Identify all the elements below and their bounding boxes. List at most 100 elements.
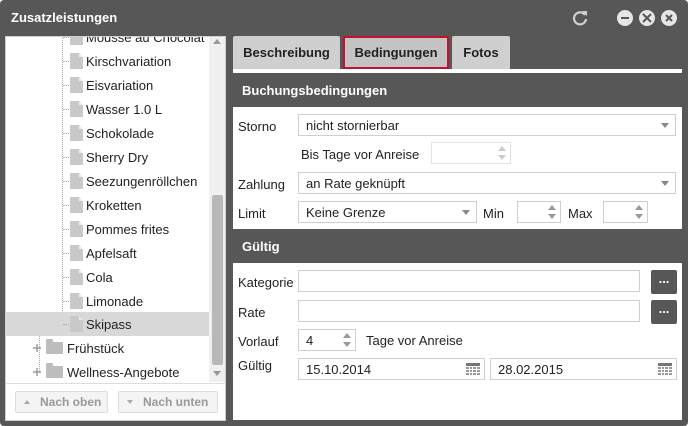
calendar-icon[interactable] bbox=[466, 363, 480, 376]
document-icon bbox=[70, 53, 83, 69]
service-tree-panel: Mousse au Chocolat Kirschvariation Eisva… bbox=[5, 36, 226, 421]
tree-item[interactable]: Sherry Dry bbox=[6, 145, 209, 169]
tree-item[interactable]: Seezungenröllchen bbox=[6, 169, 209, 193]
tree-item[interactable]: Eisvariation bbox=[6, 73, 209, 97]
document-icon bbox=[70, 101, 83, 117]
lead-time-label: Vorlauf bbox=[238, 334, 279, 349]
tree-folder-wellness[interactable]: Wellness-Angebote bbox=[6, 360, 209, 382]
tree-item-label: Cola bbox=[86, 270, 113, 285]
tree-item[interactable]: Wasser 1.0 L bbox=[6, 97, 209, 121]
storno-select[interactable]: nicht stornierbar bbox=[298, 114, 676, 136]
maximize-icon[interactable] bbox=[639, 10, 655, 26]
booking-section-header: Buchungsbedingungen bbox=[233, 73, 682, 107]
valid-from-date[interactable]: 15.10.2014 bbox=[298, 358, 485, 380]
move-down-label: Nach unten bbox=[143, 395, 209, 409]
minimize-icon[interactable] bbox=[617, 10, 633, 26]
scroll-up-icon[interactable] bbox=[213, 39, 221, 44]
chevron-down-icon[interactable] bbox=[661, 181, 669, 186]
scroll-down-icon[interactable] bbox=[213, 371, 221, 376]
document-icon bbox=[70, 221, 83, 237]
days-before-label: Bis Tage vor Anreise bbox=[301, 147, 420, 162]
tree-item-label: Eisvariation bbox=[86, 78, 154, 93]
move-down-button[interactable]: Nach unten bbox=[118, 391, 218, 413]
scrollbar-thumb[interactable] bbox=[212, 195, 223, 365]
tree-item[interactable]: Mousse au Chocolat bbox=[6, 37, 209, 49]
tree-item-label: Skipass bbox=[86, 317, 132, 332]
stepper-icon[interactable] bbox=[544, 202, 560, 222]
document-icon bbox=[70, 173, 83, 189]
tree-item-label: Schokolade bbox=[86, 126, 154, 141]
rate-input[interactable] bbox=[298, 300, 640, 322]
tree-item[interactable]: Schokolade bbox=[6, 121, 209, 145]
tree-item[interactable]: Apfelsaft bbox=[6, 241, 209, 265]
tree-item[interactable]: Limonade bbox=[6, 289, 209, 313]
max-stepper[interactable] bbox=[603, 201, 648, 223]
min-stepper[interactable] bbox=[517, 201, 561, 223]
tree-connector bbox=[63, 229, 71, 230]
expand-icon[interactable] bbox=[32, 367, 42, 377]
tab-fotos[interactable]: Fotos bbox=[452, 36, 510, 69]
stepper-icon bbox=[494, 143, 510, 163]
expand-icon[interactable] bbox=[32, 343, 42, 353]
valid-to-date[interactable]: 28.02.2015 bbox=[490, 358, 677, 380]
conditions-panel: Buchungsbedingungen Storno nicht stornie… bbox=[233, 69, 682, 420]
document-icon bbox=[70, 149, 83, 165]
tree-item-label: Seezungenröllchen bbox=[86, 174, 198, 189]
move-up-button[interactable]: Nach oben bbox=[15, 391, 108, 413]
tree-folder-fruehstueck[interactable]: Frühstück bbox=[6, 336, 209, 360]
lead-time-suffix: Tage vor Anreise bbox=[366, 333, 463, 348]
tree-item[interactable]: Kirschvariation bbox=[6, 49, 209, 73]
payment-label: Zahlung bbox=[238, 177, 285, 192]
tree-item-label: Sherry Dry bbox=[86, 150, 149, 165]
stepper-icon[interactable] bbox=[631, 202, 647, 222]
tab-bedingungen[interactable]: Bedingungen bbox=[343, 36, 449, 69]
close-icon[interactable] bbox=[661, 10, 677, 26]
tree-item-label: Kroketten bbox=[86, 198, 142, 213]
max-label: Max bbox=[568, 206, 593, 221]
category-label: Kategorie bbox=[238, 275, 294, 290]
window-title: Zusatzleistungen bbox=[11, 10, 118, 25]
payment-value: an Rate geknüpft bbox=[306, 176, 406, 191]
chevron-down-icon[interactable] bbox=[462, 210, 470, 215]
tree-item-label: Pommes frites bbox=[86, 222, 170, 237]
document-icon bbox=[70, 125, 83, 141]
document-icon bbox=[70, 269, 83, 285]
title-bar[interactable]: Zusatzleistungen bbox=[0, 0, 688, 36]
tree-item-selected[interactable]: Skipass bbox=[6, 312, 209, 336]
valid-from-value: 15.10.2014 bbox=[306, 362, 372, 377]
refresh-icon[interactable] bbox=[571, 9, 589, 27]
rate-label: Rate bbox=[238, 305, 266, 320]
tree-connector bbox=[63, 181, 71, 182]
tree-item-label: Mousse au Chocolat bbox=[86, 37, 205, 45]
tree-item-label: Apfelsaft bbox=[86, 246, 137, 261]
tree-item[interactable]: Cola bbox=[6, 265, 209, 289]
chevron-down-icon[interactable] bbox=[661, 123, 669, 128]
folder-icon bbox=[46, 339, 63, 354]
tree-item[interactable]: Pommes frites bbox=[6, 217, 209, 241]
stepper-icon[interactable] bbox=[339, 330, 355, 350]
rate-browse-button[interactable]: ... bbox=[651, 300, 677, 324]
tree-scrollbar[interactable] bbox=[209, 37, 225, 382]
category-browse-button[interactable]: ... bbox=[651, 270, 677, 294]
lead-time-stepper[interactable]: 4 bbox=[298, 329, 356, 351]
tree-connector bbox=[63, 301, 71, 302]
document-icon bbox=[70, 245, 83, 261]
payment-select[interactable]: an Rate geknüpft bbox=[298, 172, 676, 194]
tree-connector bbox=[63, 157, 71, 158]
folder-icon bbox=[46, 363, 63, 378]
move-up-label: Nach oben bbox=[40, 395, 102, 409]
tab-beschreibung[interactable]: Beschreibung bbox=[233, 36, 340, 69]
limit-value: Keine Grenze bbox=[306, 205, 386, 220]
tree-connector bbox=[63, 324, 71, 325]
document-icon bbox=[70, 316, 83, 332]
arrow-up-icon bbox=[24, 400, 30, 404]
limit-select[interactable]: Keine Grenze bbox=[298, 201, 477, 223]
tree-connector bbox=[63, 85, 71, 86]
tree-connector bbox=[63, 109, 71, 110]
calendar-icon[interactable] bbox=[658, 363, 672, 376]
tree-item[interactable]: Kroketten bbox=[6, 193, 209, 217]
tree-item-label: Wasser 1.0 L bbox=[86, 102, 163, 117]
valid-label: Gültig bbox=[238, 358, 272, 373]
category-input[interactable] bbox=[298, 270, 640, 292]
tree-connector bbox=[63, 37, 71, 38]
